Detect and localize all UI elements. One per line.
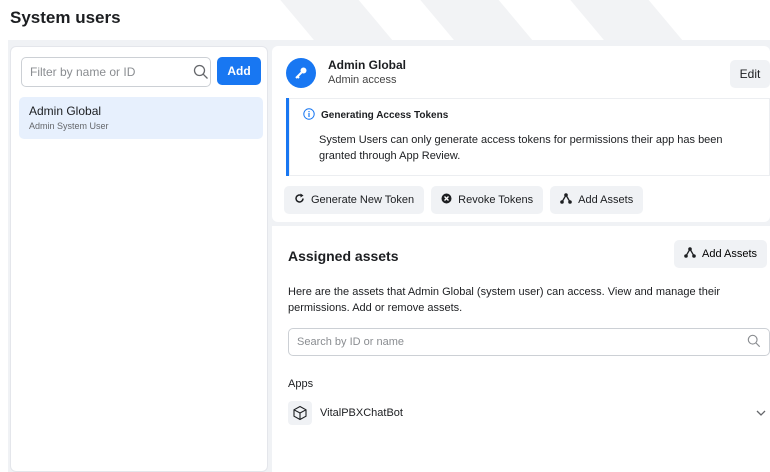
user-detail-panel: Admin Global Admin access Edit Generatin… — [272, 46, 770, 222]
notice-title: Generating Access Tokens — [321, 110, 449, 121]
add-assets-label: Add Assets — [578, 194, 634, 206]
detail-user-name: Admin Global — [328, 58, 406, 72]
main-layout: Add Admin Global Admin System User Admin… — [8, 40, 770, 472]
filter-input[interactable] — [22, 58, 193, 86]
assets-icon — [684, 247, 696, 261]
filter-field[interactable] — [21, 57, 211, 87]
asset-search-input[interactable] — [289, 329, 747, 355]
add-user-button[interactable]: Add — [217, 57, 261, 85]
page-title: System users — [10, 8, 121, 27]
notice-body: System Users can only generate access to… — [319, 134, 723, 162]
info-icon — [303, 108, 315, 123]
revoke-tokens-button[interactable]: Revoke Tokens — [431, 186, 544, 214]
token-actions: Generate New Token Revoke Tokens Add Ass… — [284, 186, 644, 214]
search-icon[interactable] — [193, 64, 209, 80]
close-circle-icon — [441, 193, 452, 207]
user-list-item[interactable]: Admin Global Admin System User — [19, 97, 263, 139]
edit-button[interactable]: Edit — [730, 60, 770, 88]
add-assets-button[interactable]: Add Assets — [550, 186, 644, 214]
assets-description: Here are the assets that Admin Global (s… — [288, 286, 721, 314]
assets-icon — [560, 193, 572, 207]
chevron-down-icon[interactable] — [756, 406, 766, 420]
cube-icon — [288, 401, 312, 425]
assets-add-button[interactable]: Add Assets — [674, 240, 768, 268]
search-icon[interactable] — [747, 334, 761, 351]
generate-token-label: Generate New Token — [311, 194, 415, 206]
revoke-tokens-label: Revoke Tokens — [458, 194, 534, 206]
apps-section-label: Apps — [288, 378, 314, 390]
app-list-item[interactable]: VitalPBXChatBot — [288, 400, 770, 426]
detail-user-access: Admin access — [328, 74, 397, 86]
info-notice: Generating Access Tokens System Users ca… — [286, 98, 770, 176]
app-name: VitalPBXChatBot — [320, 407, 403, 419]
assets-title: Assigned assets — [288, 248, 399, 264]
asset-search-field[interactable] — [288, 328, 770, 356]
assigned-assets-panel: Assigned assets Add Assets Here are the … — [272, 226, 770, 472]
assets-add-label: Add Assets — [702, 248, 758, 260]
user-name: Admin Global — [29, 104, 102, 118]
key-icon — [286, 58, 316, 88]
refresh-icon — [294, 193, 305, 207]
users-panel: Add Admin Global Admin System User — [10, 46, 268, 472]
generate-token-button[interactable]: Generate New Token — [284, 186, 425, 214]
user-role: Admin System User — [29, 121, 109, 131]
